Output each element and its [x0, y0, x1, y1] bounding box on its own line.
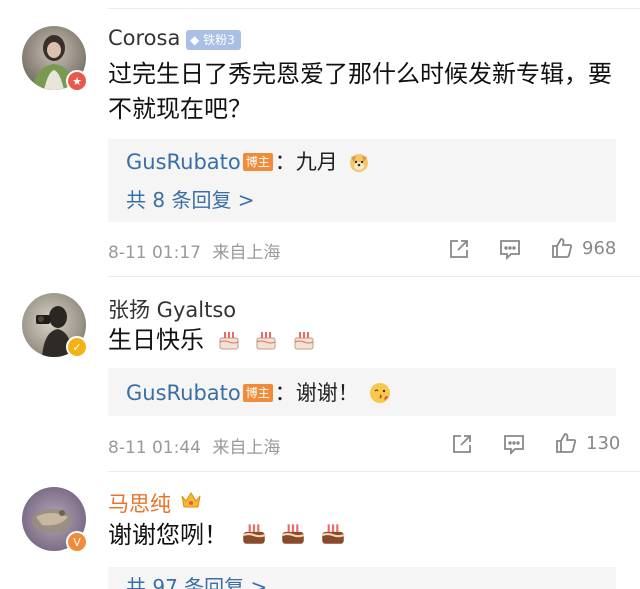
like-icon[interactable]: [550, 236, 574, 260]
cake-emoji-icon: [219, 332, 239, 350]
dog-emoji-icon: [350, 154, 369, 172]
location: 来自上海: [212, 438, 281, 458]
fan-badge-label: 铁粉3: [203, 33, 235, 47]
verified-badge-icon: ✓: [66, 336, 88, 358]
reply-text: ：九月: [274, 150, 338, 174]
reply-box[interactable]: GusRubato 博主 ：谢谢！: [108, 368, 616, 416]
view-replies-link[interactable]: 共 97 条回复 >: [126, 571, 267, 589]
comment-meta: 8-11 01:17 来自上海: [108, 238, 280, 263]
comment-item: ★ Corosa ◆ 铁粉3 过完生日了秀完恩爱了那什么时候发新专辑，要 不就现…: [0, 0, 640, 276]
comment-meta: 8-11 01:44 来自上海: [108, 433, 280, 458]
comment-icon[interactable]: [498, 237, 522, 261]
verified-badge-icon: ★: [66, 70, 88, 92]
divider: [108, 471, 640, 472]
like-count: 130: [586, 433, 621, 454]
comment-text: 谢谢您咧！: [108, 518, 347, 553]
verified-badge-icon: V: [66, 531, 88, 553]
cake-emoji-icon: [321, 524, 345, 544]
comment-item: V 马思纯 谢谢您咧！ 共 97 条回复 >: [0, 471, 640, 589]
location: 来自上海: [212, 243, 281, 263]
like-icon[interactable]: [554, 431, 578, 455]
username[interactable]: Corosa: [108, 26, 180, 50]
cake-emoji-icon: [242, 524, 265, 544]
divider: [108, 276, 640, 277]
reply-line: GusRubato 博主 ：九月: [126, 146, 370, 176]
share-icon[interactable]: [447, 237, 471, 261]
timestamp: 8-11 01:17: [108, 243, 201, 263]
comment-item: ✓ 张扬 Gyaltso 生日快乐 GusRubato 博主 ：谢谢！ 8-11…: [0, 276, 640, 471]
divider: [108, 8, 640, 9]
reply-text: ：谢谢！: [274, 381, 359, 405]
comment-icon[interactable]: [502, 432, 526, 456]
kiss-emoji-icon: [370, 383, 391, 403]
diamond-icon: ◆: [190, 33, 200, 47]
host-tag: 博主: [242, 384, 273, 402]
reply-line: GusRubato 博主 ：谢谢！: [126, 377, 391, 407]
fan-badge: ◆ 铁粉3: [186, 30, 241, 50]
cake-emoji-icon: [294, 332, 314, 350]
username[interactable]: 张扬 Gyaltso: [108, 294, 236, 324]
cake-emoji-icon: [256, 332, 276, 350]
like-count: 968: [582, 238, 617, 259]
comment-text-line: 过完生日了秀完恩爱了那什么时候发新专辑，要: [108, 60, 612, 88]
comment-text: 生日快乐: [108, 323, 317, 358]
reply-box[interactable]: 共 97 条回复 >: [108, 567, 616, 589]
reply-box[interactable]: GusRubato 博主 ：九月 共 8 条回复 >: [108, 139, 616, 222]
host-tag: 博主: [242, 153, 273, 171]
crown-icon: [181, 492, 201, 508]
view-replies-link[interactable]: 共 8 条回复 >: [126, 184, 255, 213]
share-icon[interactable]: [450, 432, 474, 456]
username[interactable]: 马思纯: [108, 488, 171, 518]
comment-text-line: 生日快乐: [108, 326, 204, 354]
cake-emoji-icon: [282, 524, 305, 544]
reply-username[interactable]: GusRubato: [126, 381, 241, 405]
timestamp: 8-11 01:44: [108, 438, 201, 458]
comment-text: 过完生日了秀完恩爱了那什么时候发新专辑，要 不就现在吧？: [108, 57, 612, 127]
reply-username[interactable]: GusRubato: [126, 150, 241, 174]
comment-text-line: 谢谢您咧！: [108, 521, 228, 549]
comment-text-line: 不就现在吧？: [108, 95, 252, 123]
